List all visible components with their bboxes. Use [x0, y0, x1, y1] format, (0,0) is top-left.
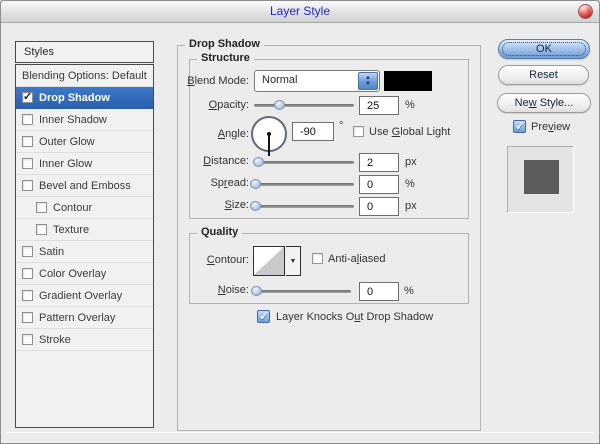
contour-thumbnail[interactable] [253, 246, 285, 276]
angle-unit: ° [339, 120, 343, 132]
effect-preview-swatch [524, 160, 559, 194]
size-slider[interactable] [254, 205, 354, 208]
spread-slider-thumb[interactable] [250, 179, 261, 189]
distance-slider-thumb[interactable] [253, 157, 264, 167]
distance-label: Distance: [141, 155, 249, 167]
style-item-label: Satin [39, 246, 64, 258]
styles-list-item[interactable]: Satin [16, 241, 153, 263]
size-unit: px [405, 200, 417, 212]
angle-label: Angle: [141, 128, 249, 140]
style-item-label: Gradient Overlay [39, 290, 122, 302]
structure-title: Structure [197, 52, 254, 64]
style-item-label: Texture [53, 224, 89, 236]
stepper-arrows-icon[interactable]: ▲▼ [358, 72, 378, 90]
anti-aliased-label: Anti-aliased [328, 253, 386, 265]
style-item-label: Stroke [39, 334, 71, 346]
style-enable-checkbox[interactable] [22, 114, 33, 125]
style-enable-checkbox[interactable] [22, 312, 33, 323]
styles-list-item[interactable]: Pattern Overlay [16, 307, 153, 329]
contour-dropdown-arrow-icon[interactable] [286, 246, 301, 276]
layer-style-dialog: Layer Style Styles Blending Options: Def… [0, 0, 600, 444]
blend-mode-label: Blend Mode: [141, 75, 249, 87]
style-enable-checkbox[interactable] [36, 224, 47, 235]
styles-list-item[interactable]: Bevel and Emboss [16, 175, 153, 197]
noise-input[interactable] [359, 282, 399, 301]
reset-button[interactable]: Reset [498, 65, 589, 85]
preview-checkbox[interactable] [513, 120, 526, 133]
style-item-label: Inner Glow [39, 158, 92, 170]
noise-unit: % [404, 285, 414, 297]
style-item-label: Contour [53, 202, 92, 214]
anti-aliased-checkbox[interactable] [312, 253, 323, 264]
quality-title: Quality [197, 226, 242, 238]
angle-dial-pointer [268, 134, 270, 156]
style-enable-checkbox[interactable] [22, 246, 33, 257]
style-enable-checkbox[interactable] [36, 202, 47, 213]
ok-button[interactable]: OK [498, 39, 590, 59]
style-item-label: Bevel and Emboss [39, 180, 131, 192]
style-enable-checkbox[interactable] [22, 268, 33, 279]
layer-knockout-checkbox[interactable] [257, 310, 270, 323]
noise-slider-thumb[interactable] [251, 286, 262, 296]
styles-list: Blending Options: Default Drop Shadow Inne… [15, 64, 154, 428]
style-enable-checkbox[interactable] [22, 158, 33, 169]
distance-slider[interactable] [254, 161, 354, 164]
style-enable-checkbox[interactable] [22, 136, 33, 147]
panel-title: Drop Shadow [185, 38, 264, 50]
new-style-button[interactable]: New Style... [497, 93, 591, 113]
effect-preview-thumbnail [507, 146, 574, 213]
styles-header: Styles [15, 41, 154, 63]
styles-list-item[interactable]: Contour [16, 197, 153, 219]
use-global-light-checkbox[interactable] [353, 126, 364, 137]
opacity-unit: % [405, 99, 415, 111]
blend-mode-value: Normal [262, 74, 297, 86]
style-enable-checkbox[interactable] [22, 180, 33, 191]
style-item-label: Drop Shadow [39, 92, 110, 104]
style-enable-checkbox[interactable] [22, 290, 33, 301]
spread-input[interactable] [359, 175, 399, 194]
angle-dial[interactable] [251, 116, 287, 152]
styles-list-item[interactable]: Inner Glow [16, 153, 153, 175]
opacity-label: Opacity: [141, 99, 249, 111]
size-label: Size: [141, 199, 249, 211]
opacity-slider[interactable] [254, 104, 354, 107]
style-item-label: Pattern Overlay [39, 312, 115, 324]
styles-list-item[interactable]: Inner Shadow [16, 109, 153, 131]
title-bar[interactable]: Layer Style [1, 1, 599, 23]
spread-slider[interactable] [254, 183, 354, 186]
style-enable-checkbox[interactable] [22, 334, 33, 345]
distance-unit: px [405, 156, 417, 168]
opacity-slider-thumb[interactable] [274, 100, 285, 110]
layer-knockout-label: Layer Knocks Out Drop Shadow [276, 311, 433, 323]
distance-input[interactable] [359, 153, 399, 172]
preview-label: Preview [531, 121, 570, 133]
shadow-color-swatch[interactable] [384, 71, 432, 91]
angle-input[interactable] [292, 122, 334, 141]
size-slider-thumb[interactable] [250, 201, 261, 211]
close-icon[interactable] [578, 4, 593, 19]
contour-label: Contour: [141, 254, 249, 266]
styles-list-item[interactable]: Outer Glow [16, 131, 153, 153]
styles-list-item[interactable]: Gradient Overlay [16, 285, 153, 307]
use-global-light-label: Use Global Light [369, 126, 450, 138]
styles-list-item[interactable]: Blending Options: Default [16, 65, 153, 87]
noise-label: Noise: [141, 284, 249, 296]
dialog-title: Layer Style [1, 1, 599, 22]
style-item-label: Inner Shadow [39, 114, 107, 126]
styles-list-item[interactable]: Drop Shadow [16, 87, 153, 109]
size-input[interactable] [359, 197, 399, 216]
styles-list-item[interactable]: Texture [16, 219, 153, 241]
spread-label: Spread: [141, 177, 249, 189]
style-item-label: Outer Glow [39, 136, 95, 148]
bottom-divider [6, 432, 594, 433]
style-enable-checkbox[interactable] [22, 92, 33, 103]
blend-mode-select[interactable]: Normal ▲▼ [254, 70, 380, 92]
noise-slider[interactable] [254, 290, 351, 293]
styles-list-item[interactable]: Color Overlay [16, 263, 153, 285]
styles-list-item[interactable]: Stroke [16, 329, 153, 351]
spread-unit: % [405, 178, 415, 190]
opacity-input[interactable] [359, 96, 399, 115]
style-item-label: Blending Options: Default [22, 70, 147, 82]
style-item-label: Color Overlay [39, 268, 106, 280]
